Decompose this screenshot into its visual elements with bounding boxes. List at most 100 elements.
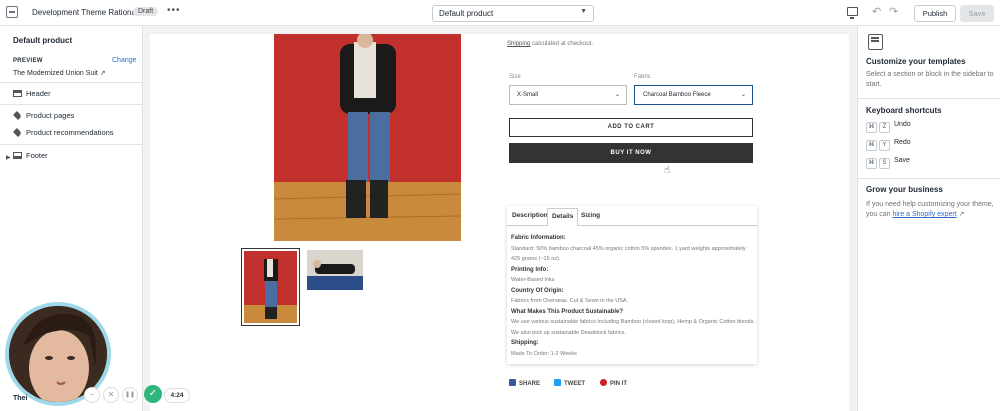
publish-button[interactable]: Publish: [914, 5, 956, 22]
details-text: We use various sustainable fabrics inclu…: [511, 319, 755, 336]
key: Z: [879, 122, 890, 133]
chevron-down-icon: ⌄: [740, 92, 746, 98]
key: Y: [879, 140, 890, 151]
divider: [858, 98, 1000, 99]
details-text: Standard: 50% bamboo charcoal 45% organi…: [511, 245, 746, 263]
template-selector[interactable]: Default product ▼: [432, 5, 594, 22]
details-text: Water-Based Inks: [511, 277, 555, 283]
sidebar-item-label: Product pages: [26, 111, 75, 120]
tag-icon: [12, 127, 23, 138]
share-twitter-button[interactable]: TWEET: [554, 379, 585, 387]
sidebar-title: Default product: [13, 36, 73, 45]
tab-details[interactable]: Details: [547, 208, 579, 226]
shipping-note: Shipping calculated at checkout.: [507, 41, 593, 47]
add-to-cart-button[interactable]: ADD TO CART: [509, 118, 753, 137]
sidebar-item-product-pages[interactable]: Product pages: [12, 110, 75, 123]
status-badge: Draft: [133, 7, 159, 16]
details-heading: Fabric Information:: [511, 235, 566, 241]
caret-right-icon[interactable]: ▶: [6, 154, 11, 161]
size-select[interactable]: X-Small ⌄: [509, 85, 627, 105]
details-heading: Shipping:: [511, 340, 539, 346]
finish-recording-button[interactable]: ✓: [144, 385, 162, 403]
tab-sizing[interactable]: Sizing: [581, 212, 600, 219]
help-panel: Customize your templates Select a sectio…: [857, 26, 1000, 411]
redo-icon[interactable]: ↷: [889, 5, 898, 18]
preview-product[interactable]: The Modernized Union Suit ↗: [13, 69, 106, 77]
command-key-icon: ⌘: [866, 158, 877, 169]
product-thumbnail-2[interactable]: [307, 250, 363, 290]
fabric-select[interactable]: Charcoal Bamboo Fleece ⌄: [634, 85, 753, 105]
shortcut-redo: ⌘ Y Redo: [866, 139, 911, 151]
desktop-preview-icon[interactable]: [847, 7, 858, 19]
shortcut-label: Undo: [893, 121, 911, 128]
share-pinterest-button[interactable]: PIN IT: [600, 379, 627, 387]
command-key-icon: ⌘: [866, 140, 877, 151]
chevron-down-icon: ▼: [580, 8, 587, 15]
sidebar-item-label: Product recommendations: [26, 128, 114, 137]
sidebar-item-label: Header: [26, 89, 51, 98]
sidebar-truncated-label: Thei: [13, 395, 28, 402]
divider: [0, 82, 143, 83]
header-icon: [13, 90, 22, 97]
shortcut-undo: ⌘ Z Undo: [866, 121, 911, 133]
external-link-icon: ↗: [99, 70, 106, 77]
shortcut-save: ⌘ S Save: [866, 157, 910, 169]
sidebar-item-product-recommendations[interactable]: Product recommendations: [12, 127, 114, 140]
details-text: Made To Order: 1-2 Weeks: [511, 350, 577, 357]
size-label: Size: [509, 74, 521, 80]
customize-title: Customize your templates: [866, 57, 966, 66]
grow-business-title: Grow your business: [866, 185, 943, 194]
fabric-label: Fabric: [634, 74, 651, 80]
buy-now-button[interactable]: BUY IT NOW: [509, 143, 753, 163]
product-thumbnail-1[interactable]: [241, 248, 300, 326]
divider: [0, 144, 143, 145]
customize-icon: [868, 34, 883, 50]
share-facebook-button[interactable]: SHARE: [509, 379, 540, 387]
key: S: [879, 158, 890, 169]
chevron-down-icon: ⌄: [614, 92, 620, 98]
more-actions-icon[interactable]: •••: [167, 5, 181, 16]
divider: [0, 104, 143, 105]
cancel-recording-button[interactable]: ✕: [103, 387, 119, 403]
shipping-text: calculated at checkout.: [532, 41, 594, 47]
tab-description[interactable]: Description: [512, 212, 548, 219]
preview-label: PREVIEW: [13, 58, 43, 64]
shortcut-label: Redo: [893, 139, 911, 146]
product-tabs: Description Details Sizing Fabric Inform…: [507, 206, 757, 364]
footer-icon: [13, 152, 22, 159]
hand-cursor-icon: ☝: [664, 165, 671, 176]
details-heading: What Makes This Product Sustainable?: [511, 308, 624, 315]
keyboard-shortcuts-title: Keyboard shortcuts: [866, 106, 942, 115]
sidebar-item-header[interactable]: Header: [13, 89, 51, 101]
grow-business-description: If you need help customizing your theme,…: [866, 200, 998, 220]
details-content: Fabric Information: Standard: 50% bamboo…: [511, 233, 755, 359]
divider: [858, 178, 1000, 179]
minimize-button[interactable]: −: [84, 387, 100, 403]
sidebar-item-label: Footer: [26, 151, 48, 160]
tab-bar: Description Details Sizing: [507, 206, 757, 226]
share-label: TWEET: [564, 381, 585, 387]
pause-button[interactable]: ❚❚: [122, 387, 138, 403]
share-label: PIN IT: [610, 381, 628, 387]
shipping-link[interactable]: Shipping: [507, 41, 530, 47]
theme-name: Development Theme Rational: [32, 8, 138, 17]
product-main-image[interactable]: [274, 34, 461, 241]
undo-icon[interactable]: ↶: [872, 5, 881, 18]
hire-expert-link[interactable]: hire a Shopify expert: [892, 211, 956, 218]
recording-timer: 4:24: [164, 388, 190, 403]
share-label: SHARE: [519, 381, 541, 387]
preview-product-name: The Modernized Union Suit: [13, 70, 98, 77]
sidebar-item-footer[interactable]: Footer: [13, 151, 48, 163]
pinterest-icon: [600, 379, 607, 386]
change-preview-link[interactable]: Change: [112, 57, 137, 64]
preview-canvas: Shipping calculated at checkout. Size Fa…: [150, 34, 849, 411]
save-button[interactable]: Save: [960, 5, 994, 22]
top-bar: Development Theme Rational Draft ••• Def…: [0, 0, 1000, 26]
template-selected-label: Default product: [439, 9, 494, 18]
details-heading: Country Of Origin:: [511, 287, 564, 294]
command-key-icon: ⌘: [866, 122, 877, 133]
exit-icon[interactable]: [6, 6, 18, 18]
shortcut-label: Save: [893, 157, 910, 164]
external-link-icon: ↗: [958, 211, 965, 218]
facebook-icon: [509, 379, 516, 386]
